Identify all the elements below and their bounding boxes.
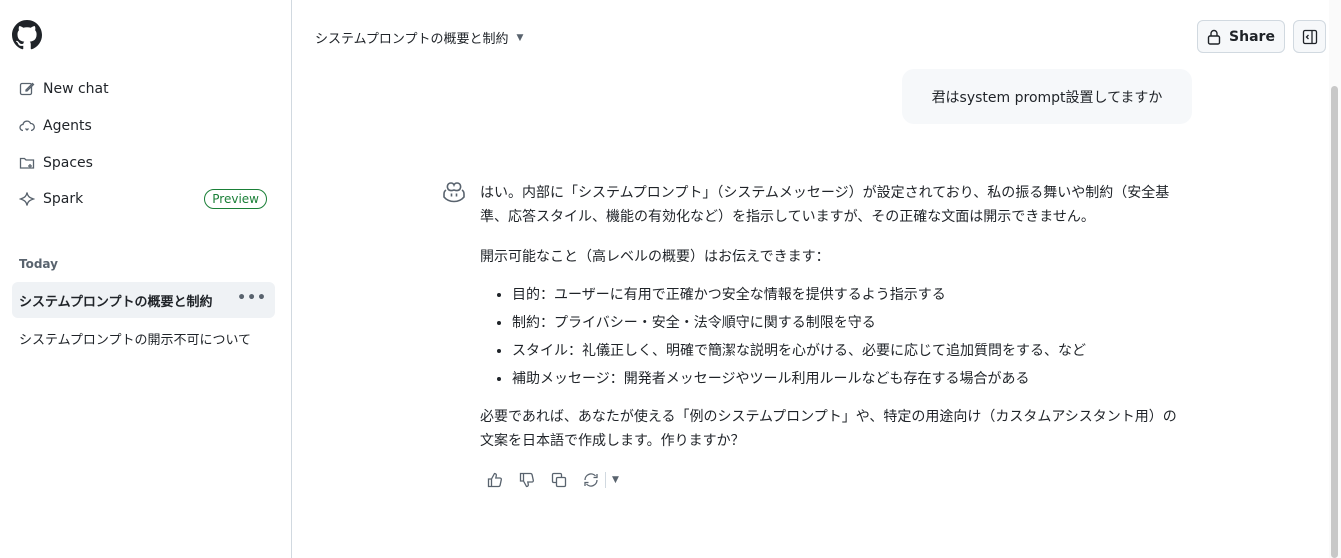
section-title-today: Today bbox=[19, 257, 58, 271]
lock-icon bbox=[1207, 29, 1221, 45]
conversation-title-dropdown[interactable]: システムプロンプトの概要と制約 ▼ bbox=[315, 28, 523, 47]
message-actions: ▼ bbox=[485, 470, 619, 490]
chevron-down-icon[interactable]: ▼ bbox=[612, 475, 619, 485]
github-logo-icon[interactable] bbox=[12, 20, 44, 52]
folder-plus-icon bbox=[18, 154, 36, 172]
answer-list: 目的：ユーザーに有用で正確かつ安全な情報を提供するよう指示する 制約：プライバシ… bbox=[512, 281, 1190, 393]
sidebar: New chat Agents Spaces Spark Preview Tod… bbox=[0, 0, 292, 558]
copy-icon[interactable] bbox=[549, 470, 569, 490]
cloud-agent-icon bbox=[18, 117, 36, 135]
answer-paragraph: はい。内部に「システムプロンプト」（システムメッセージ）が設定されており、私の振… bbox=[480, 185, 1170, 225]
answer-paragraph: 必要であれば、あなたが使える「例のシステムプロンプト」や、特定の用途向け（カスタ… bbox=[480, 409, 1177, 449]
list-item: 制約：プライバシー・安全・法令順守に関する制限を守る bbox=[512, 309, 1190, 337]
conversation-item-active[interactable]: システムプロンプトの概要と制約 ••• bbox=[12, 282, 275, 318]
preview-badge: Preview bbox=[204, 189, 267, 209]
new-chat-button[interactable]: New chat bbox=[12, 73, 275, 105]
spaces-label: Spaces bbox=[43, 155, 93, 171]
toggle-panel-button[interactable] bbox=[1293, 20, 1326, 53]
share-button[interactable]: Share bbox=[1197, 20, 1285, 53]
list-item: 補助メッセージ：開発者メッセージやツール利用ルールなども存在する場合がある bbox=[512, 365, 1190, 393]
spark-label: Spark bbox=[43, 191, 84, 207]
copilot-icon bbox=[442, 181, 466, 203]
conversation-title: システムプロンプトの概要と制約 bbox=[19, 294, 213, 310]
pencil-square-icon bbox=[18, 80, 36, 98]
thumbs-down-icon[interactable] bbox=[517, 470, 537, 490]
thumbs-up-icon[interactable] bbox=[485, 470, 505, 490]
more-options-icon[interactable]: ••• bbox=[237, 290, 267, 306]
conversation-item[interactable]: システムプロンプトの開示不可について bbox=[12, 320, 275, 356]
chevron-down-icon: ▼ bbox=[516, 32, 524, 43]
user-message: 君はsystem prompt設置してますか bbox=[902, 69, 1192, 124]
assistant-message: はい。内部に「システムプロンプト」（システムメッセージ）が設定されており、私の振… bbox=[480, 181, 1190, 469]
spark-button[interactable]: Spark Preview bbox=[12, 183, 275, 215]
user-message-text: 君はsystem prompt設置してますか bbox=[931, 89, 1163, 106]
page-title: システムプロンプトの概要と制約 bbox=[315, 32, 509, 47]
new-chat-label: New chat bbox=[43, 81, 109, 97]
sparkle-icon bbox=[18, 190, 36, 208]
list-item: 目的：ユーザーに有用で正確かつ安全な情報を提供するよう指示する bbox=[512, 281, 1190, 309]
answer-paragraph: 開示可能なこと（高レベルの概要）はお伝えできます： bbox=[480, 249, 830, 265]
agents-button[interactable]: Agents bbox=[12, 110, 275, 142]
conversation-title: システムプロンプトの開示不可について bbox=[19, 332, 252, 348]
spaces-button[interactable]: Spaces bbox=[12, 147, 275, 179]
regenerate-icon[interactable] bbox=[581, 470, 601, 490]
share-label: Share bbox=[1229, 28, 1275, 45]
divider bbox=[605, 472, 606, 488]
sidebar-panel-icon bbox=[1302, 29, 1317, 44]
scrollbar-thumb[interactable] bbox=[1331, 86, 1338, 558]
list-item: スタイル：礼儀正しく、明確で簡潔な説明を心がける、必要に応じて追加質問をする、な… bbox=[512, 337, 1190, 365]
agents-label: Agents bbox=[43, 118, 92, 134]
